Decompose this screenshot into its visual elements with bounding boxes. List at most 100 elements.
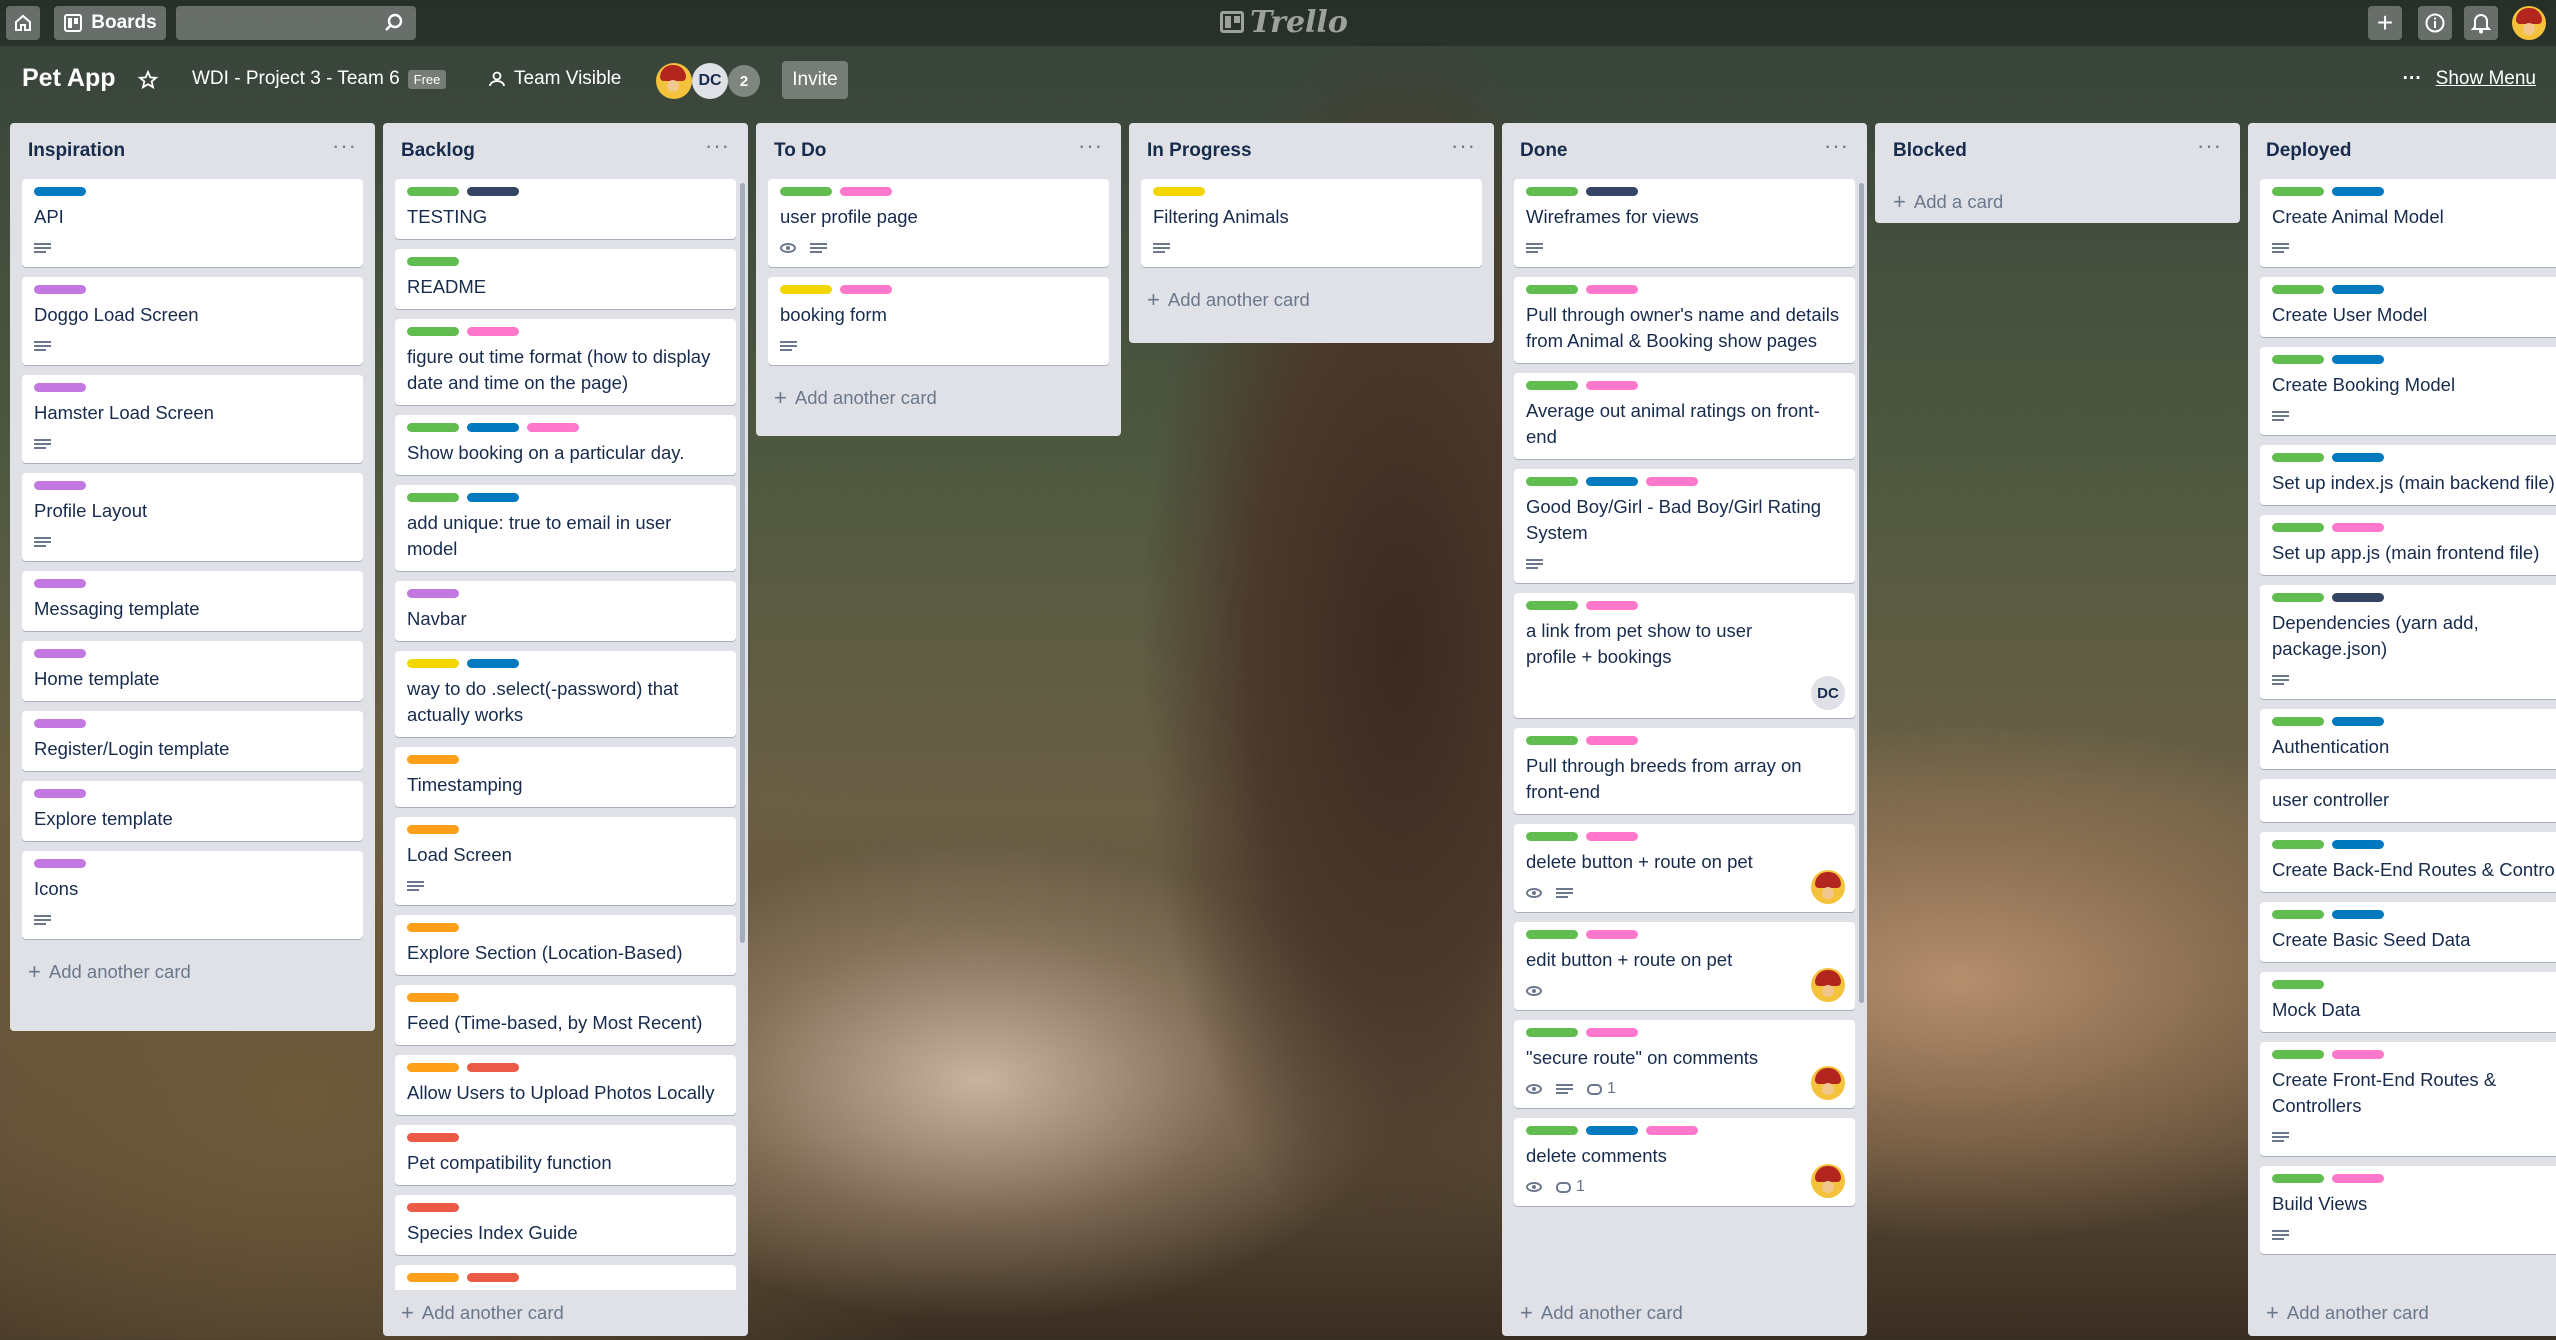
card[interactable]: delete button + route on pet bbox=[1514, 824, 1855, 912]
list-header[interactable]: Done ··· bbox=[1514, 123, 1855, 179]
list-scrollbar[interactable] bbox=[740, 183, 745, 943]
card[interactable]: Load Screen bbox=[395, 817, 736, 905]
label-green[interactable] bbox=[407, 327, 459, 336]
card[interactable]: "secure route" on comments 1 bbox=[1514, 1020, 1855, 1108]
label-blue[interactable] bbox=[467, 423, 519, 432]
card[interactable]: README bbox=[395, 249, 736, 309]
card[interactable]: booking form bbox=[768, 277, 1109, 365]
list-header[interactable]: Blocked ··· bbox=[1887, 123, 2228, 179]
label-green[interactable] bbox=[1526, 477, 1578, 486]
label-purple[interactable] bbox=[34, 719, 86, 728]
card[interactable]: Pet compatibility function bbox=[395, 1125, 736, 1185]
card[interactable]: Create Front-End Routes & Controllers bbox=[2260, 1042, 2556, 1156]
card[interactable]: Profile Layout bbox=[22, 473, 363, 561]
card[interactable]: Allow Users to Upload Photos Locally bbox=[395, 1055, 736, 1115]
label-green[interactable] bbox=[2272, 1050, 2324, 1059]
member-avatar[interactable] bbox=[656, 63, 692, 99]
label-red[interactable] bbox=[407, 1203, 459, 1212]
card[interactable]: a link from pet show to user profile + b… bbox=[1514, 593, 1855, 718]
label-yellow[interactable] bbox=[407, 659, 459, 668]
card[interactable]: Navbar bbox=[395, 581, 736, 641]
card[interactable]: Register/Login template bbox=[22, 711, 363, 771]
label-orange[interactable] bbox=[407, 923, 459, 932]
label-red[interactable] bbox=[467, 1063, 519, 1072]
boards-button[interactable]: Boards bbox=[54, 6, 166, 40]
label-green[interactable] bbox=[1526, 1028, 1578, 1037]
label-orange[interactable] bbox=[407, 1273, 459, 1282]
label-red[interactable] bbox=[467, 1273, 519, 1282]
show-menu-button[interactable]: ··· Show Menu bbox=[2403, 68, 2536, 90]
label-pink[interactable] bbox=[2332, 1050, 2384, 1059]
card[interactable]: Explore template bbox=[22, 781, 363, 841]
label-green[interactable] bbox=[2272, 910, 2324, 919]
label-pink[interactable] bbox=[1646, 477, 1698, 486]
label-pink[interactable] bbox=[1586, 736, 1638, 745]
label-green[interactable] bbox=[780, 187, 832, 196]
card[interactable]: figure out time format (how to display d… bbox=[395, 319, 736, 405]
label-green[interactable] bbox=[1526, 736, 1578, 745]
label-purple[interactable] bbox=[407, 589, 459, 598]
list-menu-icon[interactable]: ··· bbox=[1824, 133, 1849, 159]
label-green[interactable] bbox=[1526, 601, 1578, 610]
card-member-avatar[interactable] bbox=[1811, 870, 1845, 904]
list-to-do[interactable]: To Do ··· user profile page booking form + Ad… bbox=[756, 123, 1121, 436]
trello-logo[interactable]: Trello bbox=[1220, 4, 1348, 40]
card[interactable]: Timestamping bbox=[395, 747, 736, 807]
notifications-button[interactable] bbox=[2464, 6, 2498, 40]
search-input[interactable] bbox=[176, 6, 416, 40]
list-title[interactable]: Inspiration bbox=[28, 140, 125, 162]
list-menu-icon[interactable]: ··· bbox=[1078, 133, 1103, 159]
label-yellow[interactable] bbox=[780, 285, 832, 294]
card[interactable]: Feed (Time-based, by Most Recent) bbox=[395, 985, 736, 1045]
label-blue[interactable] bbox=[2332, 453, 2384, 462]
label-green[interactable] bbox=[407, 423, 459, 432]
card[interactable]: Mock Data bbox=[2260, 972, 2556, 1032]
label-blue[interactable] bbox=[1586, 1126, 1638, 1135]
label-green[interactable] bbox=[2272, 840, 2324, 849]
list-inspiration[interactable]: Inspiration ··· API Doggo Load Screen Hamste… bbox=[10, 123, 375, 1031]
add-card-button[interactable]: + Add another card bbox=[1141, 277, 1482, 323]
label-green[interactable] bbox=[1526, 381, 1578, 390]
label-purple[interactable] bbox=[34, 579, 86, 588]
card[interactable]: Build Views bbox=[2260, 1166, 2556, 1254]
label-pink[interactable] bbox=[1586, 381, 1638, 390]
label-pink[interactable] bbox=[527, 423, 579, 432]
label-blue[interactable] bbox=[467, 659, 519, 668]
card[interactable]: edit button + route on pet bbox=[1514, 922, 1855, 1010]
card[interactable]: Species Index Guide bbox=[395, 1195, 736, 1255]
list-done[interactable]: Done ··· Wireframes for views Pull through … bbox=[1502, 123, 1867, 1336]
invite-button[interactable]: Invite bbox=[782, 61, 848, 99]
list-title[interactable]: In Progress bbox=[1147, 140, 1252, 162]
card[interactable]: Create Booking Model bbox=[2260, 347, 2556, 435]
list-title[interactable]: To Do bbox=[774, 140, 826, 162]
member-initials[interactable]: DC bbox=[692, 63, 728, 99]
label-pink[interactable] bbox=[1646, 1126, 1698, 1135]
card[interactable]: TESTING bbox=[395, 179, 736, 239]
label-orange[interactable] bbox=[407, 755, 459, 764]
label-blue[interactable] bbox=[467, 493, 519, 502]
card-member-avatar[interactable] bbox=[1811, 1164, 1845, 1198]
card[interactable]: Create Basic Seed Data bbox=[2260, 902, 2556, 962]
list-header[interactable]: Deployed··· bbox=[2260, 123, 2556, 179]
star-icon[interactable] bbox=[138, 70, 158, 90]
label-purple[interactable] bbox=[34, 649, 86, 658]
label-blue[interactable] bbox=[2332, 717, 2384, 726]
visibility-button[interactable]: Team Visible bbox=[488, 68, 621, 90]
list-backlog[interactable]: Backlog ··· TESTING README figure out time f… bbox=[383, 123, 748, 1336]
label-black[interactable] bbox=[2332, 593, 2384, 602]
label-green[interactable] bbox=[1526, 1126, 1578, 1135]
label-pink[interactable] bbox=[840, 285, 892, 294]
card-member-initials[interactable]: DC bbox=[1811, 676, 1845, 710]
label-green[interactable] bbox=[2272, 187, 2324, 196]
label-pink[interactable] bbox=[467, 327, 519, 336]
list-title[interactable]: Deployed bbox=[2266, 140, 2352, 162]
label-green[interactable] bbox=[407, 187, 459, 196]
label-blue[interactable] bbox=[2332, 840, 2384, 849]
label-green[interactable] bbox=[2272, 980, 2324, 989]
card[interactable]: delete comments 1 bbox=[1514, 1118, 1855, 1206]
label-pink[interactable] bbox=[1586, 1028, 1638, 1037]
add-card-button[interactable]: + Add another card bbox=[22, 949, 363, 995]
list-menu-icon[interactable]: ··· bbox=[705, 133, 730, 159]
member-count[interactable]: 2 bbox=[728, 65, 760, 97]
label-blue[interactable] bbox=[2332, 355, 2384, 364]
